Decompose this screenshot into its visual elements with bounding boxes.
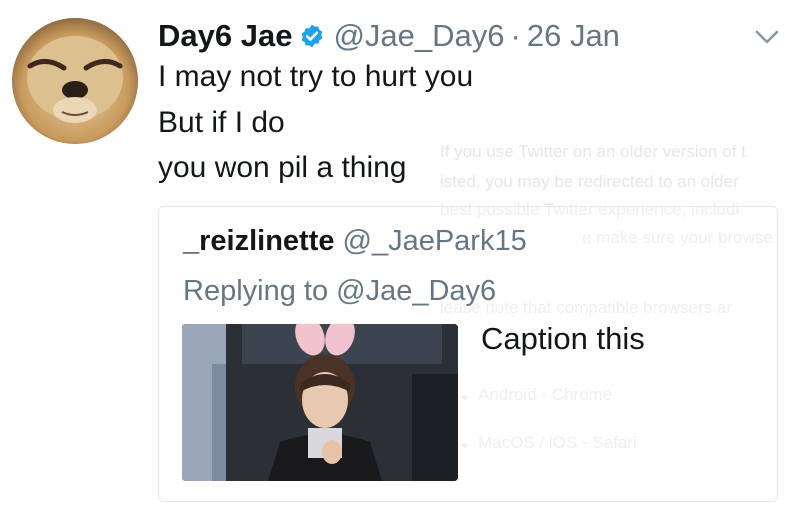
author-handle[interactable]: @Jae_Day6 xyxy=(333,18,504,54)
quoted-display-name[interactable]: _reizlinette xyxy=(183,225,335,257)
avatar[interactable] xyxy=(12,18,138,144)
avatar-image xyxy=(12,18,138,144)
photo-image xyxy=(182,324,458,481)
tweet-header: Day6 Jae @Jae_Day6 · 26 Jan xyxy=(158,14,620,58)
tweet-text-line: But if I do xyxy=(158,106,285,139)
verified-badge-icon xyxy=(299,23,325,49)
overlay-line: If you use Twitter on an older version o… xyxy=(440,142,746,161)
quoted-handle[interactable]: @_JaePark15 xyxy=(343,225,527,257)
replying-to-text[interactable]: Replying to @Jae_Day6 xyxy=(183,275,496,308)
tweet-date[interactable]: 26 Jan xyxy=(527,18,620,54)
quoted-author: _reizlinette @_JaePark15 xyxy=(183,225,527,258)
quoted-tweet-text: Caption this xyxy=(481,321,645,356)
header-separator: · xyxy=(510,18,521,53)
author-display-name[interactable]: Day6 Jae xyxy=(158,18,292,54)
quoted-tweet-card[interactable]: _reizlinette @_JaePark15 Replying to @Jae… xyxy=(158,206,778,502)
chevron-down-icon[interactable] xyxy=(754,26,780,48)
overlay-line: isted, you may be redirected to an older xyxy=(440,172,739,191)
tweet-text-line: you won pil a thing xyxy=(158,151,407,184)
tweet-text-line: I may not try to hurt you xyxy=(158,60,474,93)
quoted-photo[interactable] xyxy=(182,324,458,481)
